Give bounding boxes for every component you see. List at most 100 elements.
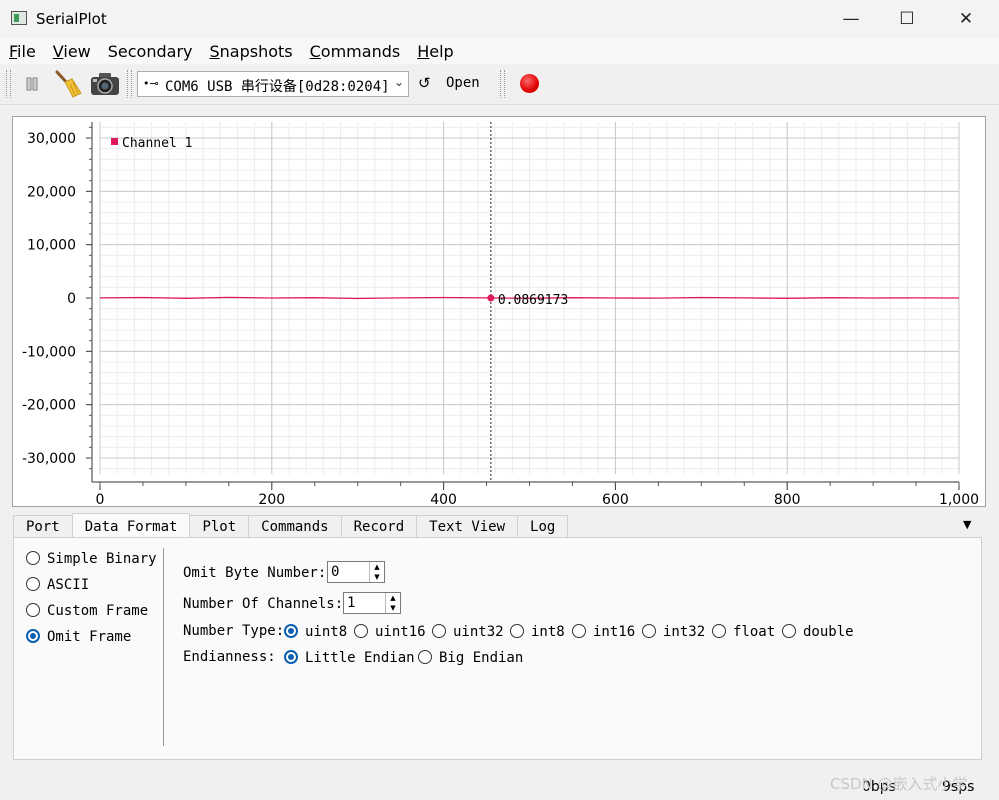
x-tick-label: 200 — [258, 492, 285, 506]
label-little-endian: Little Endian — [305, 650, 415, 666]
data-format-panel — [13, 537, 982, 760]
snapshot-button[interactable] — [89, 70, 121, 98]
radio-int8[interactable] — [510, 624, 524, 638]
tab-data-format[interactable]: Data Format — [71, 513, 191, 537]
y-tick-label: -10,000 — [22, 344, 76, 360]
plot-svg[interactable]: 30,000 20,000 10,000 0 -10,000 -20,000 -30,000… — [13, 117, 985, 506]
panel-divider — [163, 548, 164, 746]
label-int16: int16 — [593, 624, 636, 640]
maximize-button[interactable]: ☐ — [878, 0, 936, 38]
x-tick-label: 400 — [430, 492, 457, 506]
omit-byte-value: 0 — [331, 564, 340, 580]
y-tick-label: -30,000 — [22, 451, 76, 467]
tab-commands[interactable]: Commands — [248, 515, 342, 537]
label-float: float — [733, 624, 776, 640]
x-tick-label: 600 — [602, 492, 629, 506]
menu-commands[interactable]: Commands — [301, 38, 409, 64]
x-tick-label: 0 — [96, 492, 105, 506]
radio-uint16[interactable] — [354, 624, 368, 638]
radio-custom-frame[interactable] — [26, 603, 40, 617]
open-button[interactable]: Open — [446, 75, 480, 91]
title-bar: SerialPlot — ☐ ✕ — [0, 0, 999, 38]
label-big-endian: Big Endian — [439, 650, 524, 666]
label-endianness: Endianness: — [183, 649, 276, 665]
legend-swatch-channel-1 — [111, 138, 118, 145]
clear-button[interactable] — [52, 70, 84, 98]
broom-clear-icon — [55, 70, 82, 98]
omit-byte-spinbox[interactable]: 0 ▲ ▼ — [327, 561, 385, 583]
tab-record[interactable]: Record — [340, 515, 418, 537]
cursor-point — [487, 294, 495, 302]
camera-snapshot-icon — [91, 73, 119, 95]
port-select-value: COM6 USB 串行设备[0d28:0204] — [165, 79, 390, 95]
y-tick-label: -20,000 — [22, 398, 76, 414]
menu-file[interactable]: File — [0, 38, 44, 64]
label-uint16: uint16 — [375, 624, 426, 640]
window-title: SerialPlot — [36, 10, 107, 28]
label-omit-frame: Omit Frame — [47, 629, 132, 645]
port-select[interactable]: •⊸ COM6 USB 串行设备[0d28:0204] ⌄ — [137, 71, 409, 97]
radio-float[interactable] — [712, 624, 726, 638]
plot-area[interactable]: 30,000 20,000 10,000 0 -10,000 -20,000 -30,000… — [12, 116, 986, 507]
x-tick-label: 800 — [774, 492, 801, 506]
pause-button[interactable] — [20, 70, 44, 98]
label-ascii: ASCII — [47, 577, 90, 593]
pause-icon — [26, 77, 38, 91]
channels-spinbox[interactable]: 1 ▲ ▼ — [343, 592, 401, 614]
tab-port[interactable]: Port — [13, 515, 73, 537]
label-custom-frame: Custom Frame — [47, 603, 149, 619]
menu-snapshots[interactable]: Snapshots — [200, 38, 300, 64]
menu-help[interactable]: Help — [408, 38, 461, 64]
x-tick-label: 1,000 — [939, 492, 979, 506]
radio-uint8[interactable] — [284, 624, 298, 638]
radio-little-endian[interactable] — [284, 650, 298, 664]
toolbar-grip-2[interactable] — [127, 70, 132, 98]
label-number-type: Number Type: — [183, 623, 285, 639]
menu-bar: File View Secondary Snapshots Commands H… — [0, 38, 999, 64]
channels-value: 1 — [347, 595, 356, 611]
toolbar-grip[interactable] — [6, 70, 11, 98]
label-double: double — [803, 624, 854, 640]
close-button[interactable]: ✕ — [937, 0, 995, 38]
radio-int32[interactable] — [642, 624, 656, 638]
spin-up-icon[interactable]: ▲ — [386, 593, 400, 603]
tab-log[interactable]: Log — [517, 515, 569, 537]
y-tick-label: 10,000 — [27, 238, 76, 254]
y-tick-label: 0 — [67, 291, 76, 307]
radio-big-endian[interactable] — [418, 650, 432, 664]
record-icon[interactable] — [520, 74, 539, 93]
toolbar-grip-3[interactable] — [500, 70, 505, 98]
app-icon — [11, 11, 27, 25]
chevron-down-icon: ⌄ — [393, 75, 404, 89]
label-int32: int32 — [663, 624, 706, 640]
label-uint8: uint8 — [305, 624, 348, 640]
cursor-value-label: 0.0869173 — [498, 293, 568, 308]
label-simple-binary: Simple Binary — [47, 551, 157, 567]
menu-view[interactable]: View — [44, 38, 99, 64]
radio-uint32[interactable] — [432, 624, 446, 638]
watermark: CSDN @嵌入式小学 — [830, 775, 968, 793]
legend-label-channel-1: Channel 1 — [122, 136, 192, 151]
label-uint32: uint32 — [453, 624, 504, 640]
label-number-of-channels: Number Of Channels: — [183, 596, 344, 612]
radio-omit-frame[interactable] — [26, 629, 40, 643]
spin-down-icon[interactable]: ▼ — [386, 603, 400, 613]
usb-icon: •⊸ — [143, 77, 159, 90]
tab-plot[interactable]: Plot — [189, 515, 250, 537]
label-int8: int8 — [531, 624, 565, 640]
spin-up-icon[interactable]: ▲ — [370, 562, 384, 572]
spin-down-icon[interactable]: ▼ — [370, 572, 384, 582]
y-tick-label: 20,000 — [27, 184, 76, 200]
radio-ascii[interactable] — [26, 577, 40, 591]
tab-bar: Port Data Format Plot Commands Record Te… — [13, 513, 569, 538]
radio-int16[interactable] — [572, 624, 586, 638]
refresh-icon[interactable]: ↺ — [418, 74, 431, 92]
radio-simple-binary[interactable] — [26, 551, 40, 565]
radio-double[interactable] — [782, 624, 796, 638]
menu-secondary[interactable]: Secondary — [99, 38, 201, 64]
y-tick-label: 30,000 — [27, 131, 76, 147]
tab-menu-arrow-icon[interactable]: ▼ — [963, 518, 971, 531]
tab-text-view[interactable]: Text View — [416, 515, 519, 537]
label-omit-byte-number: Omit Byte Number: — [183, 565, 327, 581]
minimize-button[interactable]: — — [822, 0, 880, 38]
